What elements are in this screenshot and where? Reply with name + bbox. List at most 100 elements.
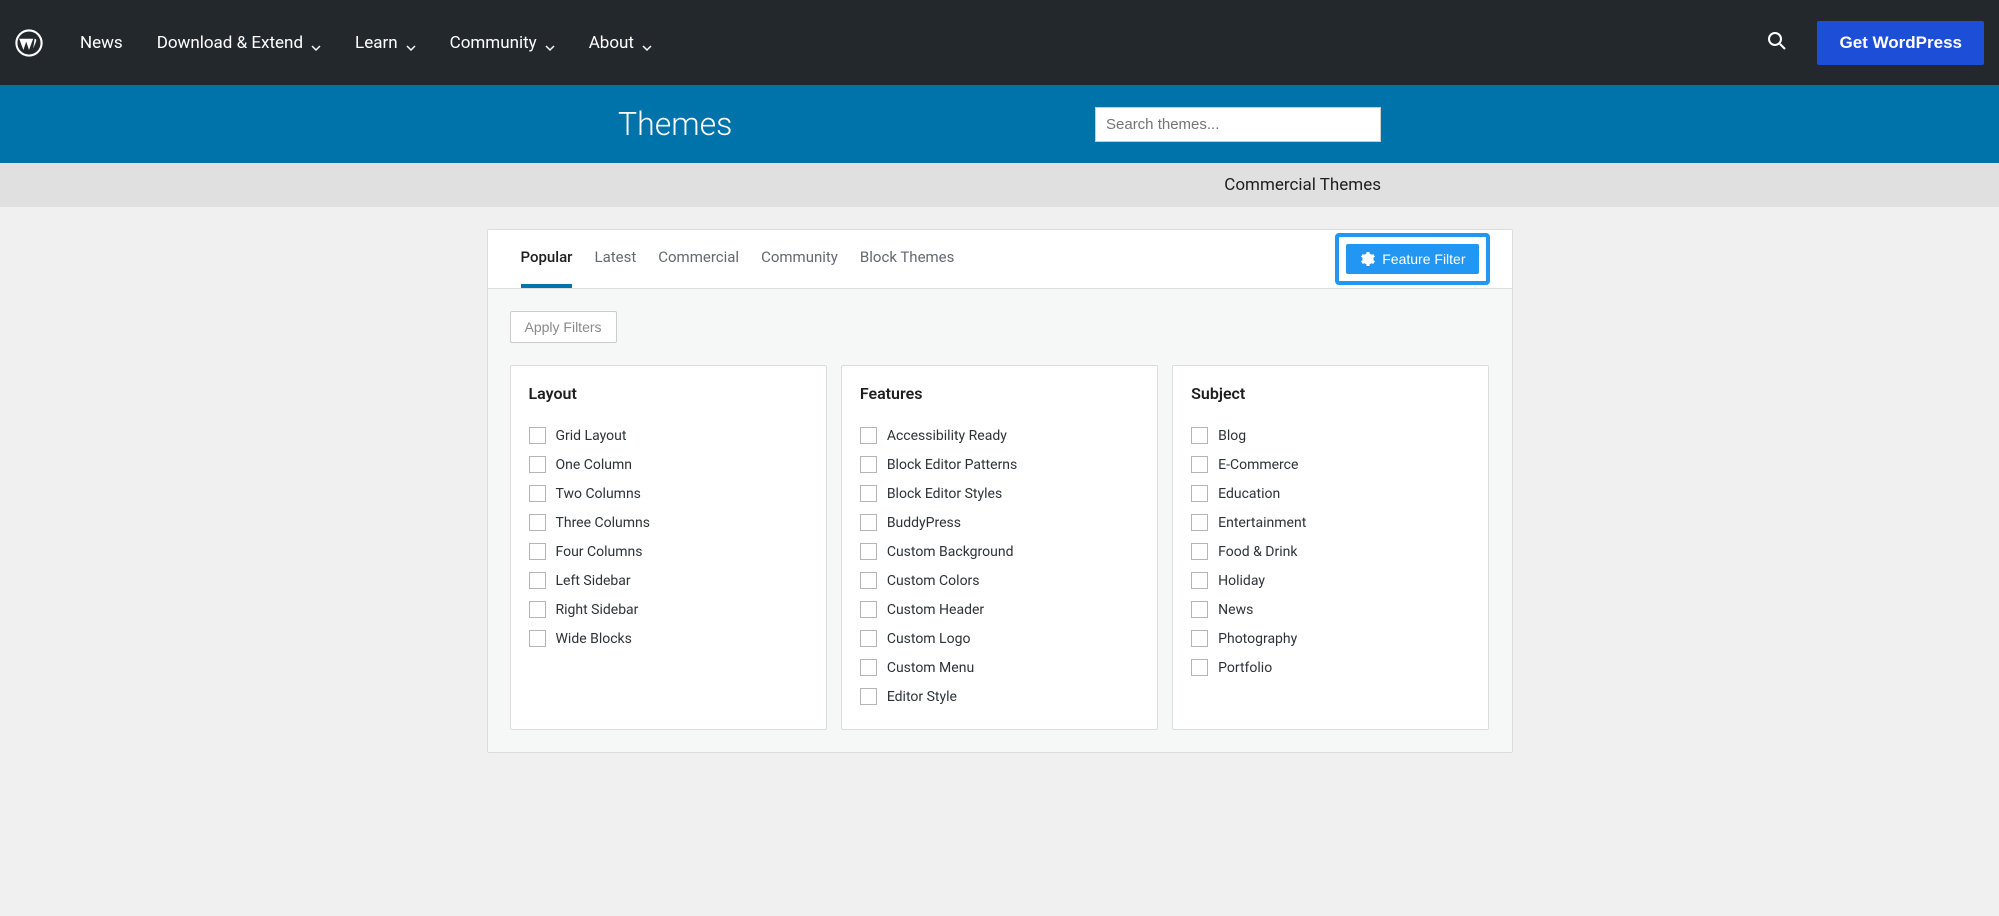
- apply-filters-button[interactable]: Apply Filters: [510, 311, 617, 343]
- nav-item-learn[interactable]: Learn: [343, 23, 428, 63]
- nav-item-news[interactable]: News: [68, 23, 135, 63]
- nav-item-about[interactable]: About: [577, 23, 664, 63]
- filter-item[interactable]: Blog: [1191, 421, 1470, 450]
- filter-item[interactable]: Custom Logo: [860, 624, 1139, 653]
- checkbox[interactable]: [860, 543, 877, 560]
- filter-label: Custom Background: [887, 544, 1014, 560]
- filter-content: Apply Filters LayoutGrid LayoutOne Colum…: [488, 289, 1512, 752]
- checkbox[interactable]: [529, 427, 546, 444]
- checkbox[interactable]: [1191, 572, 1208, 589]
- checkbox[interactable]: [860, 514, 877, 531]
- wordpress-logo-icon[interactable]: [15, 29, 43, 57]
- filter-item[interactable]: Entertainment: [1191, 508, 1470, 537]
- checkbox[interactable]: [860, 659, 877, 676]
- filter-item[interactable]: Education: [1191, 479, 1470, 508]
- filter-item[interactable]: News: [1191, 595, 1470, 624]
- filter-label: Custom Menu: [887, 660, 974, 676]
- filter-item[interactable]: Custom Header: [860, 595, 1139, 624]
- checkbox[interactable]: [1191, 630, 1208, 647]
- checkbox[interactable]: [1191, 514, 1208, 531]
- filter-column-title: Subject: [1191, 384, 1470, 403]
- checkbox[interactable]: [529, 572, 546, 589]
- tab-community[interactable]: Community: [761, 230, 838, 288]
- chevron-down-icon: [642, 38, 652, 48]
- nav-label: Community: [450, 33, 537, 53]
- tab-commercial[interactable]: Commercial: [658, 230, 739, 288]
- checkbox[interactable]: [860, 688, 877, 705]
- filter-item[interactable]: Right Sidebar: [529, 595, 808, 624]
- checkbox[interactable]: [529, 456, 546, 473]
- chevron-down-icon: [545, 38, 555, 48]
- filter-item[interactable]: Food & Drink: [1191, 537, 1470, 566]
- feature-filter-button[interactable]: Feature Filter: [1346, 244, 1478, 274]
- filter-item[interactable]: Two Columns: [529, 479, 808, 508]
- filter-item[interactable]: One Column: [529, 450, 808, 479]
- tab-popular[interactable]: Popular: [521, 230, 573, 288]
- checkbox[interactable]: [860, 427, 877, 444]
- nav-label: Download & Extend: [157, 33, 303, 53]
- filter-item[interactable]: Left Sidebar: [529, 566, 808, 595]
- checkbox[interactable]: [529, 543, 546, 560]
- filter-item[interactable]: Portfolio: [1191, 653, 1470, 682]
- filter-column-features: FeaturesAccessibility ReadyBlock Editor …: [841, 365, 1158, 730]
- filter-item[interactable]: Custom Background: [860, 537, 1139, 566]
- filter-item[interactable]: BuddyPress: [860, 508, 1139, 537]
- filter-item[interactable]: Three Columns: [529, 508, 808, 537]
- filter-item[interactable]: Custom Colors: [860, 566, 1139, 595]
- filter-item[interactable]: Holiday: [1191, 566, 1470, 595]
- checkbox[interactable]: [529, 601, 546, 618]
- tabs: Popular Latest Commercial Community Bloc…: [488, 230, 955, 288]
- checkbox[interactable]: [860, 572, 877, 589]
- filter-item[interactable]: Editor Style: [860, 682, 1139, 711]
- nav-item-community[interactable]: Community: [438, 23, 567, 63]
- filter-label: Portfolio: [1218, 660, 1272, 676]
- tab-block-themes[interactable]: Block Themes: [860, 230, 954, 288]
- filter-item[interactable]: E-Commerce: [1191, 450, 1470, 479]
- filter-label: Right Sidebar: [556, 602, 639, 618]
- filter-label: Entertainment: [1218, 515, 1306, 531]
- chevron-down-icon: [311, 38, 321, 48]
- tab-latest[interactable]: Latest: [594, 230, 636, 288]
- checkbox[interactable]: [860, 485, 877, 502]
- checkbox[interactable]: [860, 456, 877, 473]
- checkbox[interactable]: [529, 630, 546, 647]
- filter-item[interactable]: Block Editor Styles: [860, 479, 1139, 508]
- main-panel: Popular Latest Commercial Community Bloc…: [487, 229, 1513, 753]
- checkbox[interactable]: [1191, 543, 1208, 560]
- checkbox[interactable]: [1191, 485, 1208, 502]
- filter-label: Grid Layout: [556, 428, 627, 444]
- tabs-row: Popular Latest Commercial Community Bloc…: [488, 230, 1512, 289]
- nav-items: News Download & Extend Learn Community A…: [68, 23, 1767, 63]
- filter-label: Education: [1218, 486, 1280, 502]
- filter-item[interactable]: Grid Layout: [529, 421, 808, 450]
- checkbox[interactable]: [1191, 427, 1208, 444]
- get-wordpress-button[interactable]: Get WordPress: [1817, 21, 1984, 65]
- filter-item[interactable]: Four Columns: [529, 537, 808, 566]
- page-header: Themes: [0, 85, 1999, 163]
- page-title: Themes: [618, 105, 732, 143]
- checkbox[interactable]: [1191, 659, 1208, 676]
- search-themes-input[interactable]: [1095, 107, 1381, 142]
- checkbox[interactable]: [529, 514, 546, 531]
- checkbox[interactable]: [1191, 456, 1208, 473]
- filter-label: Photography: [1218, 631, 1297, 647]
- filter-item[interactable]: Block Editor Patterns: [860, 450, 1139, 479]
- checkbox[interactable]: [860, 630, 877, 647]
- nav-label: News: [80, 33, 123, 53]
- filter-item[interactable]: Wide Blocks: [529, 624, 808, 653]
- checkbox[interactable]: [1191, 601, 1208, 618]
- filter-label: Holiday: [1218, 573, 1265, 589]
- filter-column-layout: LayoutGrid LayoutOne ColumnTwo ColumnsTh…: [510, 365, 827, 730]
- nav-label: Learn: [355, 33, 398, 53]
- top-navigation: News Download & Extend Learn Community A…: [0, 0, 1999, 85]
- filter-label: Custom Header: [887, 602, 984, 618]
- filter-item[interactable]: Custom Menu: [860, 653, 1139, 682]
- commercial-themes-link[interactable]: Commercial Themes: [1224, 175, 1381, 195]
- filter-item[interactable]: Accessibility Ready: [860, 421, 1139, 450]
- filter-label: Editor Style: [887, 689, 957, 705]
- nav-item-download[interactable]: Download & Extend: [145, 23, 333, 63]
- search-icon[interactable]: [1767, 31, 1787, 55]
- checkbox[interactable]: [529, 485, 546, 502]
- checkbox[interactable]: [860, 601, 877, 618]
- filter-item[interactable]: Photography: [1191, 624, 1470, 653]
